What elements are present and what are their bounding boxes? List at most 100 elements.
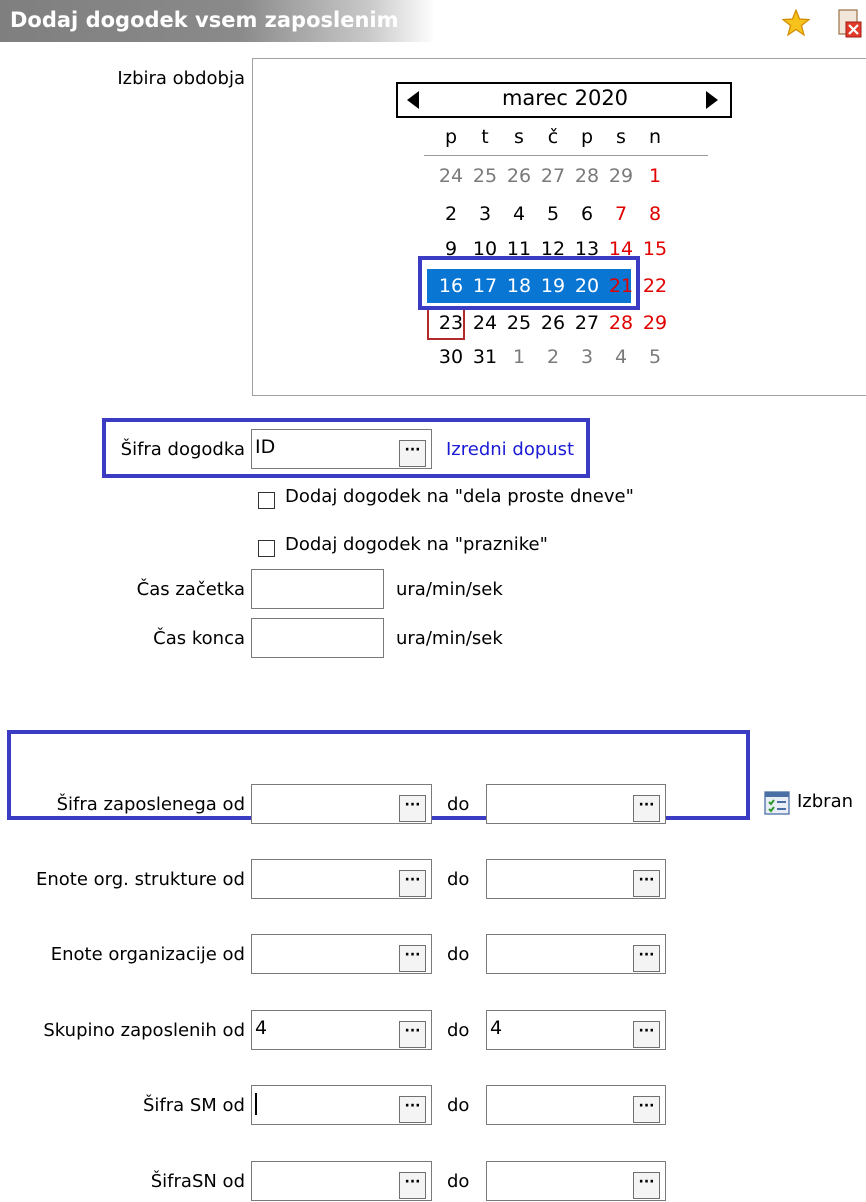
calendar-day[interactable]: 24 (434, 161, 468, 191)
start-time-unit: ura/min/sek (396, 579, 503, 600)
start-time-input[interactable] (251, 569, 384, 609)
filter-to-browse-button[interactable]: ··· (633, 945, 660, 972)
calendar-day[interactable]: 10 (468, 234, 502, 264)
filter-to-value: 4 (490, 1017, 503, 1039)
calendar-day[interactable]: 31 (468, 342, 502, 372)
calendar-day[interactable]: 21 (604, 271, 638, 301)
weekday-label: s (514, 126, 524, 148)
weekday-label: č (547, 126, 559, 148)
calendar-day[interactable]: 27 (570, 308, 604, 338)
calendar-day[interactable]: 28 (570, 161, 604, 191)
event-code-value: ID (255, 436, 276, 458)
calendar-day[interactable]: 9 (434, 234, 468, 264)
calendar-day[interactable]: 3 (468, 199, 502, 229)
calendar-day-selected[interactable]: 20 (570, 271, 604, 301)
calendar-day-selected[interactable]: 19 (536, 271, 570, 301)
start-time-label: Čas začetka (136, 579, 245, 600)
filter-from-browse-button[interactable]: ··· (399, 1172, 426, 1199)
weekday-label: t (481, 126, 489, 148)
weekday-label: n (648, 126, 662, 148)
calendar-day[interactable]: 5 (638, 342, 672, 372)
filter-label: Šifra SM od (142, 1095, 245, 1116)
calendar-day[interactable]: 23 (434, 308, 468, 338)
weekday-label: p (580, 126, 594, 148)
end-time-label: Čas konca (153, 628, 245, 649)
calendar-day[interactable]: 5 (536, 199, 570, 229)
calendar-day[interactable]: 8 (638, 199, 672, 229)
calendar-day[interactable]: 26 (502, 161, 536, 191)
calendar-day[interactable]: 15 (638, 234, 672, 264)
filter-from-browse-button[interactable]: ··· (399, 1021, 426, 1048)
filter-from-browse-button[interactable]: ··· (399, 1096, 426, 1123)
calendar-day[interactable]: 30 (434, 342, 468, 372)
filter-to-browse-button[interactable]: ··· (633, 795, 660, 822)
calendar-day[interactable]: 22 (638, 271, 672, 301)
calendar-day-selected[interactable]: 16 (434, 271, 468, 301)
filter-to-browse-button[interactable]: ··· (633, 870, 660, 897)
favorite-star-icon[interactable] (782, 9, 810, 37)
calendar-day[interactable]: 2 (536, 342, 570, 372)
calendar-day[interactable]: 26 (536, 308, 570, 338)
text-cursor (255, 1092, 257, 1115)
weekday-label: p (444, 126, 458, 148)
end-time-input[interactable] (251, 618, 384, 658)
next-month-icon[interactable] (702, 88, 722, 112)
calendar-day[interactable]: 2 (434, 199, 468, 229)
filter-label: Enote organizacije od (50, 944, 245, 965)
window-title: Dodaj dogodek vsem zaposlenim (10, 8, 399, 32)
end-time-unit: ura/min/sek (396, 628, 503, 649)
calendar-day[interactable]: 27 (536, 161, 570, 191)
calendar-day[interactable]: 1 (502, 342, 536, 372)
calendar-day[interactable]: 29 (638, 308, 672, 338)
free-days-label: Dodaj dogodek na "dela proste dneve" (285, 486, 634, 507)
filter-to-label: do (447, 944, 470, 965)
filter-to-label: do (447, 1171, 470, 1192)
period-label: Izbira obdobja (117, 68, 245, 89)
selected-list-label[interactable]: Izbran (797, 791, 853, 812)
calendar-day[interactable]: 28 (604, 308, 638, 338)
filter-to-label: do (447, 1020, 470, 1041)
calendar-day[interactable]: 29 (604, 161, 638, 191)
calendar-day[interactable]: 11 (502, 234, 536, 264)
filter-to-browse-button[interactable]: ··· (633, 1096, 660, 1123)
filter-from-browse-button[interactable]: ··· (399, 870, 426, 897)
calendar-day[interactable]: 25 (468, 161, 502, 191)
calendar-day[interactable]: 3 (570, 342, 604, 372)
event-code-browse-button[interactable]: ··· (399, 440, 426, 467)
previous-month-icon[interactable] (403, 88, 423, 112)
calendar-day[interactable]: 4 (502, 199, 536, 229)
calendar-day[interactable]: 25 (502, 308, 536, 338)
weekday-label: s (616, 126, 626, 148)
calendar-day[interactable]: 14 (604, 234, 638, 264)
filter-label: Skupino zaposlenih od (43, 1020, 245, 1041)
filter-label: Enote org. strukture od (36, 869, 245, 890)
filter-from-browse-button[interactable]: ··· (399, 795, 426, 822)
filter-from-value: 4 (255, 1017, 268, 1039)
event-code-description-link[interactable]: Izredni dopust (446, 439, 574, 460)
filter-label: ŠifraSN od (150, 1171, 245, 1192)
weekday-divider (424, 155, 708, 156)
filter-to-label: do (447, 1095, 470, 1116)
filter-to-label: do (447, 794, 470, 815)
calendar-day[interactable]: 24 (468, 308, 502, 338)
calendar-day[interactable]: 13 (570, 234, 604, 264)
holidays-label: Dodaj dogodek na "praznike" (285, 534, 548, 555)
filter-label: Šifra zaposlenega od (56, 794, 245, 815)
filter-to-browse-button[interactable]: ··· (633, 1172, 660, 1199)
selected-list-icon[interactable] (764, 791, 790, 815)
calendar-day[interactable]: 4 (604, 342, 638, 372)
calendar-day[interactable]: 1 (638, 161, 672, 191)
filter-from-browse-button[interactable]: ··· (399, 945, 426, 972)
close-document-icon[interactable] (836, 9, 864, 39)
holidays-checkbox[interactable] (258, 540, 275, 557)
calendar-day-selected[interactable]: 17 (468, 271, 502, 301)
event-code-label: Šifra dogodka (120, 439, 245, 460)
calendar-day-selected[interactable]: 18 (502, 271, 536, 301)
calendar-day[interactable]: 12 (536, 234, 570, 264)
calendar-month-label[interactable]: marec 2020 (440, 86, 690, 114)
free-days-checkbox[interactable] (258, 492, 275, 509)
filter-to-label: do (447, 869, 470, 890)
filter-to-browse-button[interactable]: ··· (633, 1021, 660, 1048)
calendar-day[interactable]: 7 (604, 199, 638, 229)
calendar-day[interactable]: 6 (570, 199, 604, 229)
